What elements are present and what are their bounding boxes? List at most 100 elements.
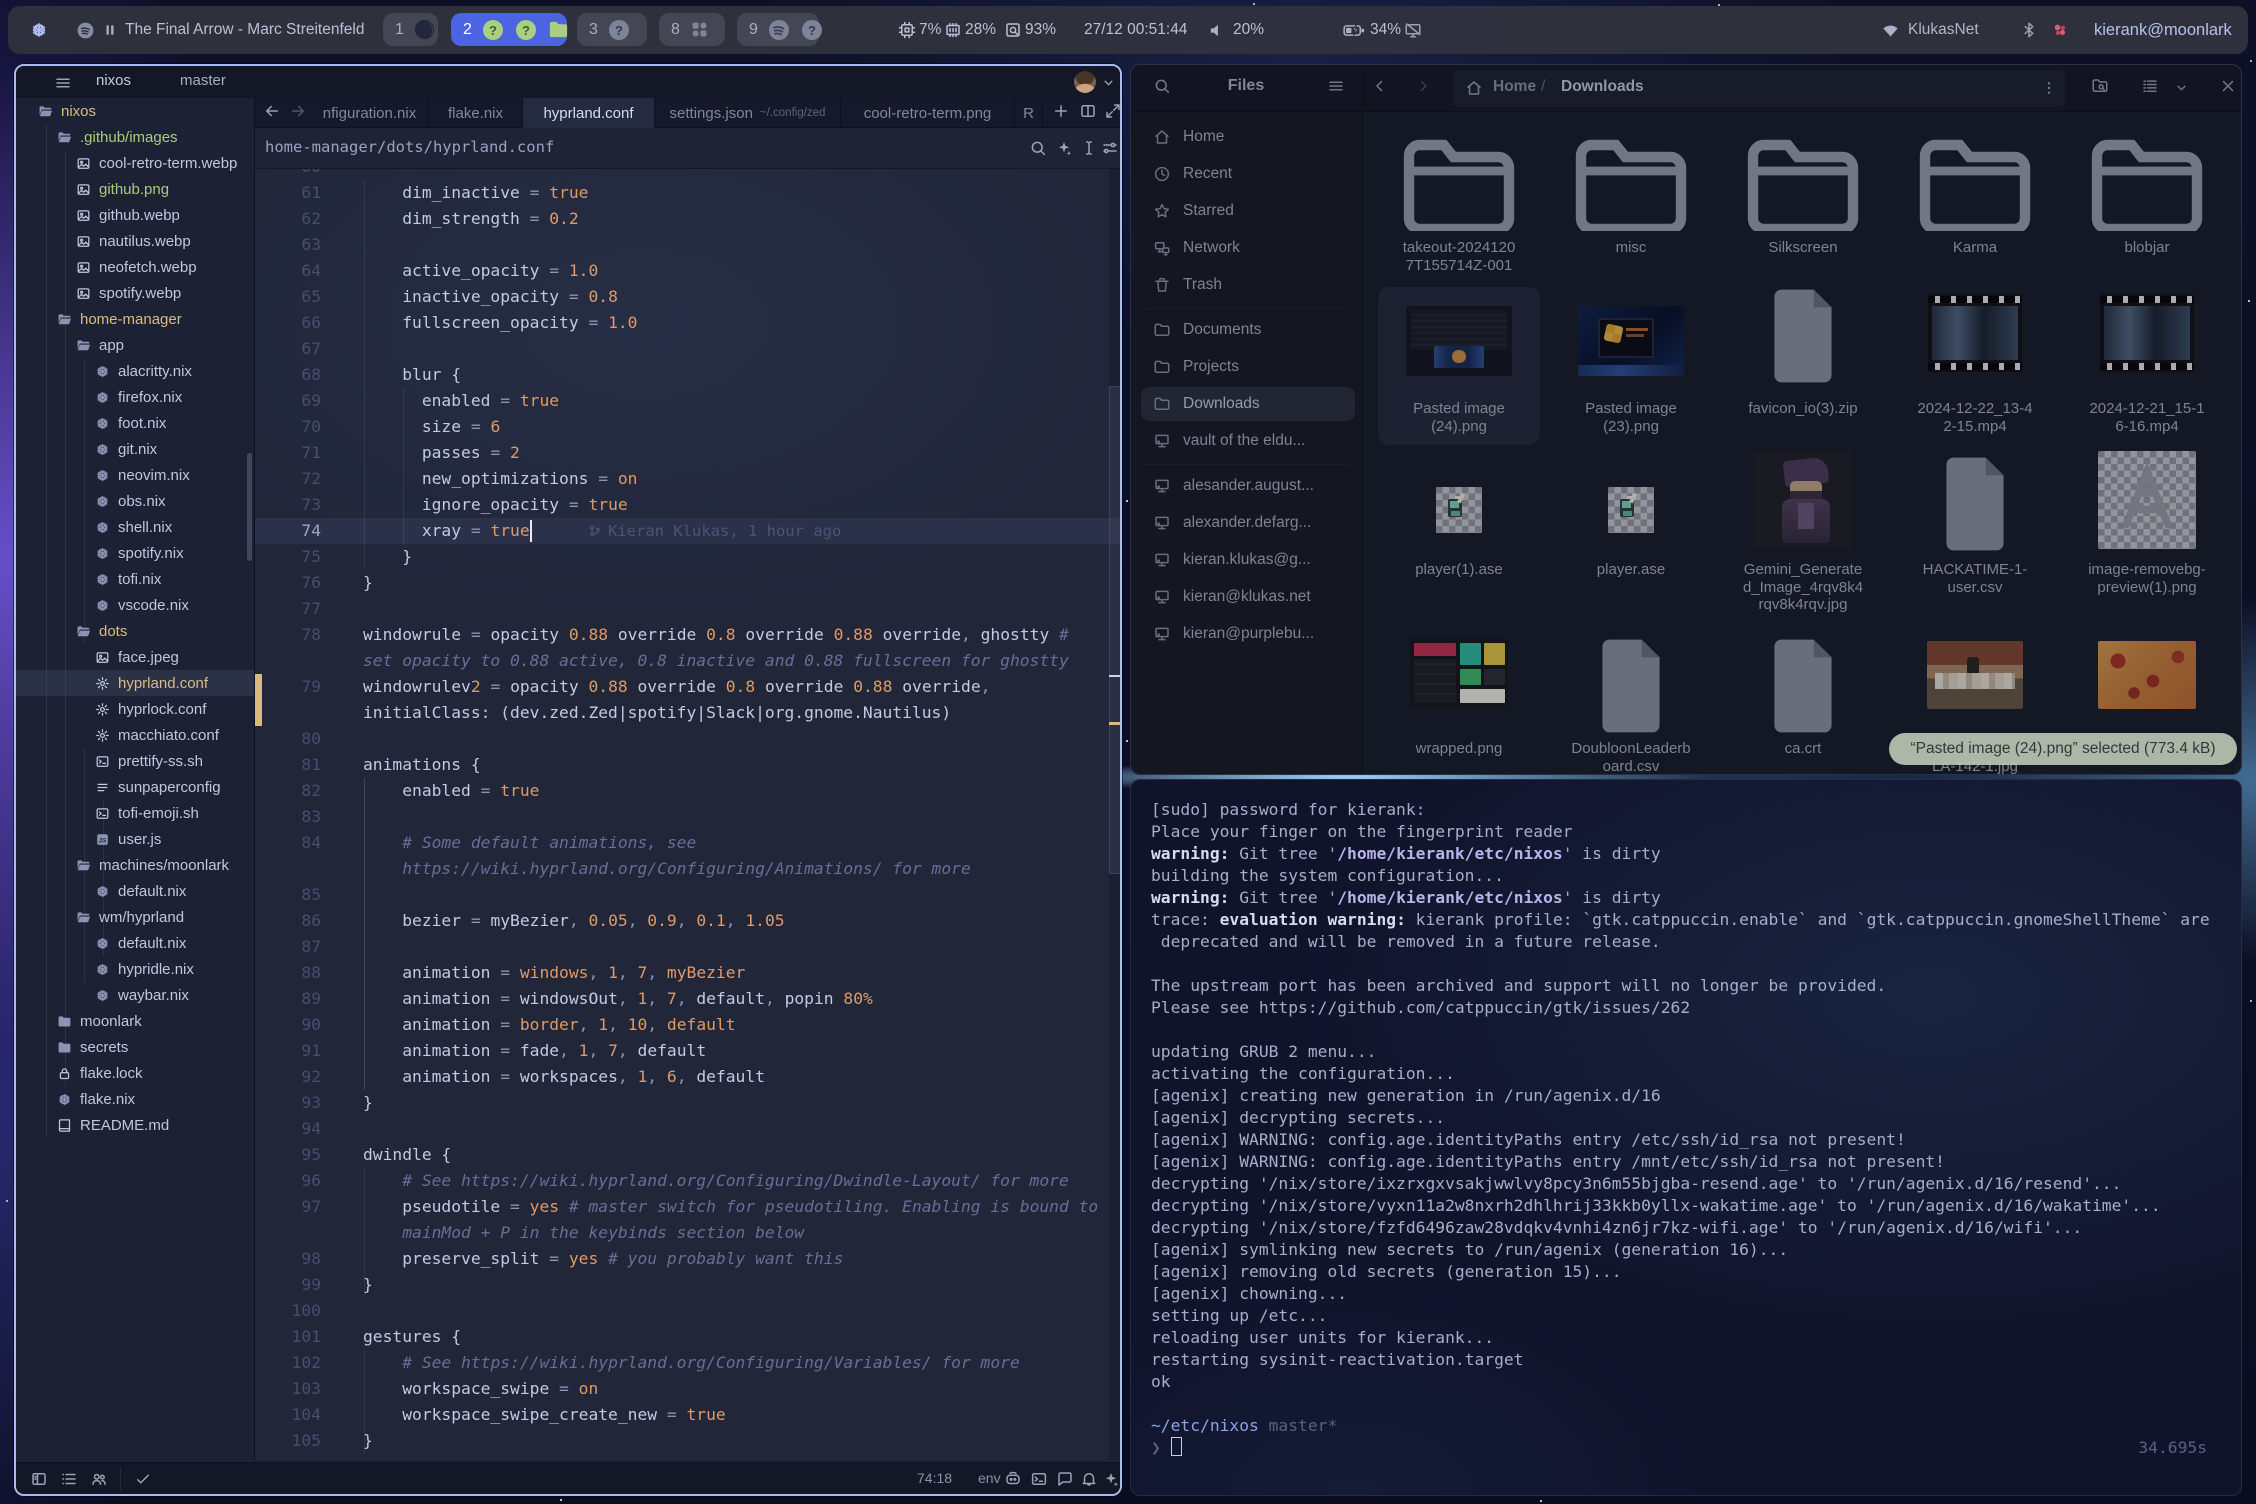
project-name[interactable]: nixos: [96, 72, 131, 89]
view-dropdown-icon[interactable]: [2175, 81, 2188, 94]
tree-item-neofetch.webp[interactable]: neofetch.webp: [16, 254, 254, 280]
workspace-9[interactable]: 9?: [737, 13, 819, 46]
tree-item-sunpaperconfig[interactable]: sunpaperconfig: [16, 774, 254, 800]
tree-item-nautilus.webp[interactable]: nautilus.webp: [16, 228, 254, 254]
tree-item-default.nix[interactable]: default.nix: [16, 930, 254, 956]
tree-item-home-manager[interactable]: home-manager: [16, 306, 254, 332]
network-module[interactable]: KlukasNet: [1881, 6, 1979, 54]
outline-panel-icon[interactable]: [60, 1470, 78, 1488]
nix-logo-icon[interactable]: [30, 6, 48, 54]
tree-item-dots[interactable]: dots: [16, 618, 254, 644]
code-editor[interactable]: 6061 dim_inactive = true62 dim_strength …: [255, 169, 1120, 1460]
file-item[interactable]: [2069, 631, 2225, 709]
sidebar-item-kieran-klukas-g-[interactable]: kieran.klukas@g...: [1141, 543, 1355, 577]
tree-item-tofi-emoji.sh[interactable]: tofi-emoji.sh: [16, 800, 254, 826]
close-window-icon[interactable]: [2219, 77, 2237, 95]
avatar[interactable]: [1074, 71, 1096, 93]
idle-inhibitor[interactable]: [1404, 6, 1422, 54]
breadcrumb[interactable]: home-manager/dots/hyprland.conf: [265, 138, 554, 156]
tree-item-cool-retro-term.webp[interactable]: cool-retro-term.webp: [16, 150, 254, 176]
search-icon[interactable]: [1029, 139, 1047, 157]
sidebar-item-projects[interactable]: Projects: [1141, 350, 1355, 384]
new-folder-icon[interactable]: [2091, 77, 2109, 95]
file-item[interactable]: takeout-20241207T155714Z-001: [1381, 125, 1537, 231]
tree-item-flake.lock[interactable]: flake.lock: [16, 1060, 254, 1086]
file-item[interactable]: ca.crt: [1725, 631, 1881, 736]
sidebar-item-starred[interactable]: Starred: [1141, 194, 1355, 228]
notifications-icon[interactable]: [1080, 1470, 1098, 1488]
scrollbar-thumb[interactable]: [1109, 386, 1120, 874]
file-item[interactable]: blobjar: [2069, 125, 2225, 231]
tab-cool-retro-term.png[interactable]: cool-retro-term.png: [841, 98, 1015, 128]
sidebar-item-vault-of-the-eldu-[interactable]: vault of the eldu...: [1141, 424, 1355, 458]
sidebar-item-documents[interactable]: Documents: [1141, 313, 1355, 347]
tree-item-shell.nix[interactable]: shell.nix: [16, 514, 254, 540]
tree-item-waybar.nix[interactable]: waybar.nix: [16, 982, 254, 1008]
path-kebab-icon[interactable]: [2041, 80, 2057, 96]
file-item[interactable]: Pasted image(23).png: [1553, 281, 1709, 376]
sidebar-menu-icon[interactable]: [1327, 77, 1345, 95]
tree-item-firefox.nix[interactable]: firefox.nix: [16, 384, 254, 410]
git-branch[interactable]: master: [180, 72, 226, 89]
media-module[interactable]: The Final Arrow - Marc Streitenfeld: [76, 6, 364, 54]
tree-item-neovim.nix[interactable]: neovim.nix: [16, 462, 254, 488]
tab-R[interactable]: R: [1015, 98, 1043, 128]
breadcrumb-home[interactable]: Home: [1493, 78, 1536, 96]
file-item[interactable]: wrapped.png: [1381, 631, 1537, 707]
nav-forward-icon[interactable]: [1414, 77, 1432, 95]
file-item[interactable]: player.ase: [1553, 449, 1709, 533]
ram-module[interactable]: 28%: [944, 6, 996, 54]
disk-module[interactable]: 93%: [1004, 6, 1056, 54]
search-icon[interactable]: [1153, 77, 1171, 95]
bluetooth-module[interactable]: [2020, 6, 2038, 54]
tree-item-.github/images[interactable]: .github/images: [16, 124, 254, 150]
tree-item-hyprland.conf[interactable]: hyprland.conf: [16, 670, 254, 696]
file-item[interactable]: 2024-12-22_13-42-15.mp4: [1897, 281, 2053, 372]
workspace-8[interactable]: 8: [659, 13, 725, 46]
sidebar-item-kieran-purplebu-[interactable]: kieran@purplebu...: [1141, 617, 1355, 651]
workspace-2[interactable]: 2??: [451, 13, 567, 46]
tree-item-alacritty.nix[interactable]: alacritty.nix: [16, 358, 254, 384]
tree-item-flake.nix[interactable]: flake.nix: [16, 1086, 254, 1112]
tree-item-spotify.nix[interactable]: spotify.nix: [16, 540, 254, 566]
tree-item-git.nix[interactable]: git.nix: [16, 436, 254, 462]
sidebar-item-alexander-defarg-[interactable]: alexander.defarg...: [1141, 506, 1355, 540]
tab-flake.nix[interactable]: flake.nix: [429, 98, 523, 128]
sidebar-item-home[interactable]: Home: [1141, 120, 1355, 154]
breadcrumb-current[interactable]: Downloads: [1561, 78, 1644, 96]
split-pane-icon[interactable]: [1079, 102, 1097, 120]
tree-item-github.png[interactable]: github.png: [16, 176, 254, 202]
terminal-window[interactable]: [sudo] password for kierank:Place your f…: [1130, 779, 2242, 1496]
sidebar-item-kieran-klukas-net[interactable]: kieran@klukas.net: [1141, 580, 1355, 614]
ai-sparkle-icon[interactable]: [1055, 139, 1073, 157]
tree-item-nixos[interactable]: nixos: [16, 98, 254, 124]
nav-back-icon[interactable]: [1371, 77, 1389, 95]
terminal-panel-icon[interactable]: [1030, 1470, 1048, 1488]
copilot-icon[interactable]: [1004, 1470, 1022, 1488]
clock[interactable]: 27/12 00:51:44: [1084, 6, 1187, 54]
pathbar[interactable]: Home / Downloads: [1453, 70, 2065, 107]
tree-item-macchiato.conf[interactable]: macchiato.conf: [16, 722, 254, 748]
workspace-3[interactable]: 3?: [577, 13, 647, 46]
tree-item-obs.nix[interactable]: obs.nix: [16, 488, 254, 514]
file-item[interactable]: LA-142-1.jpg: [1897, 631, 2053, 709]
tree-item-README.md[interactable]: README.md: [16, 1112, 254, 1138]
sidebar-item-alesander-august-[interactable]: alesander.august...: [1141, 469, 1355, 503]
cpu-module[interactable]: 7%: [898, 6, 941, 54]
tab-nfiguration.nix[interactable]: nfiguration.nix: [311, 98, 429, 128]
tree-item-prettify-ss.sh[interactable]: prettify-ss.sh: [16, 748, 254, 774]
tree-item-hypridle.nix[interactable]: hypridle.nix: [16, 956, 254, 982]
file-item[interactable]: image-removebg-preview(1).png: [2069, 449, 2225, 549]
sidebar-scrollbar[interactable]: [247, 453, 252, 561]
tree-item-tofi.nix[interactable]: tofi.nix: [16, 566, 254, 592]
file-item[interactable]: misc: [1553, 125, 1709, 231]
maximize-icon[interactable]: [1104, 102, 1120, 120]
collab-panel-icon[interactable]: [90, 1470, 108, 1488]
tab-hyprland.conf[interactable]: hyprland.conf: [523, 98, 655, 128]
view-list-icon[interactable]: [2141, 77, 2159, 95]
file-item[interactable]: DoubloonLeaderboard.csv: [1553, 631, 1709, 736]
tree-item-hyprlock.conf[interactable]: hyprlock.conf: [16, 696, 254, 722]
file-item[interactable]: Silkscreen: [1725, 125, 1881, 231]
menu-hamburger-icon[interactable]: [54, 74, 72, 92]
zed-titlebar[interactable]: nixos master: [16, 66, 1120, 98]
